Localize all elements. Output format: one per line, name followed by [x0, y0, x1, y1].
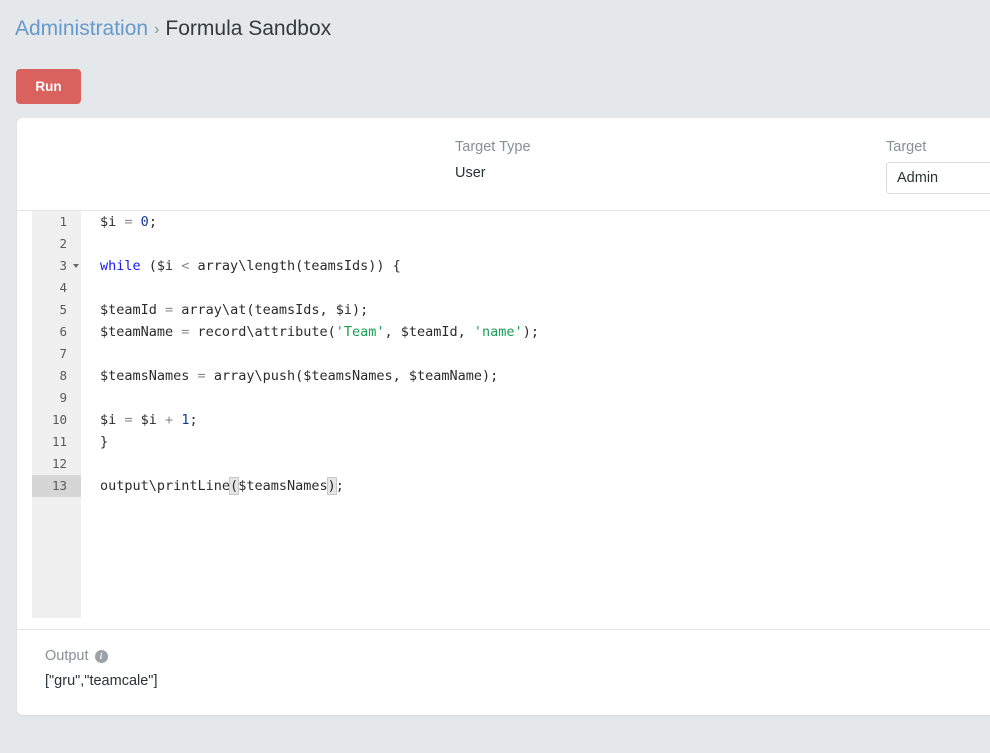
code-token: record\attribute( [189, 324, 336, 340]
target-input[interactable] [886, 162, 990, 194]
code-line[interactable]: } [100, 431, 990, 453]
code-editor[interactable]: 1 2 3 4 5 6 7 8 9 10 11 12 13 $i = 0; while ($i < ar… [17, 211, 990, 629]
code-token: ); [522, 324, 539, 340]
code-token: = [197, 368, 206, 384]
gutter-line-number: 7 [59, 346, 67, 361]
code-token: 0 [140, 214, 149, 230]
gutter-line-number: 1 [59, 214, 67, 229]
target-field: Target [886, 137, 990, 194]
code-line[interactable]: while ($i < array\length(teamsIds)) { [100, 255, 990, 277]
gutter-line-number: 4 [59, 280, 67, 295]
code-token: array\push($teamsNames, $teamName); [205, 368, 499, 384]
gutter-line-number: 3 [32, 255, 81, 277]
code-token: 'name' [473, 324, 523, 340]
code-token: $i [100, 412, 125, 428]
parameters-row: Target Type User Target [17, 118, 990, 210]
code-token: $teamsNames [238, 478, 328, 494]
target-label: Target [886, 139, 927, 155]
code-token: ; [335, 478, 344, 494]
code-line[interactable] [100, 453, 990, 475]
gutter-line-number: 13 [32, 475, 81, 497]
page-title: Formula Sandbox [165, 17, 332, 40]
code-token: ) [326, 477, 337, 495]
code-token: while [100, 258, 141, 274]
code-line[interactable]: $i = $i + 1; [100, 409, 990, 431]
output-header: Output i [45, 646, 990, 666]
breadcrumb-link-administration[interactable]: Administration [15, 17, 148, 40]
code-token: array\at(teamsIds, $i); [173, 302, 369, 318]
code-token: $i [100, 214, 125, 230]
gutter-line-number: 9 [59, 390, 67, 405]
code-token: = [124, 214, 133, 230]
code-token: = [124, 412, 133, 428]
editor-gutter: 1 2 3 4 5 6 7 8 9 10 11 12 13 [32, 211, 81, 618]
code-line[interactable]: $i = 0; [100, 211, 990, 233]
code-token: $teamsNames [100, 368, 198, 384]
code-token: ($i [140, 258, 182, 274]
code-token: } [100, 434, 109, 450]
target-type-field: Target Type User [455, 137, 531, 184]
code-token: array\length(teamsIds)) { [189, 258, 401, 274]
info-icon[interactable]: i [94, 649, 108, 663]
code-line[interactable] [100, 233, 990, 255]
gutter-line-number: 8 [59, 368, 67, 383]
code-token: + [165, 412, 174, 428]
code-token: $teamId [100, 302, 166, 318]
gutter-line-number: 10 [51, 412, 67, 427]
code-line[interactable]: $teamsNames = array\push($teamsNames, $t… [100, 365, 990, 387]
code-token: $i [132, 412, 166, 428]
code-token: ( [229, 477, 240, 495]
gutter-line-number: 5 [59, 302, 67, 317]
output-value: ["gru","teamcale"] [45, 673, 158, 689]
code-token: , $teamId, [384, 324, 474, 340]
gutter-line-number: 11 [51, 434, 67, 449]
code-line[interactable]: $teamName = record\attribute('Team', $te… [100, 321, 990, 343]
breadcrumb-separator-icon: › [154, 21, 160, 38]
code-line[interactable] [100, 387, 990, 409]
code-line[interactable]: $teamId = array\at(teamsIds, $i); [100, 299, 990, 321]
code-token: = [165, 302, 174, 318]
run-button[interactable]: Run [16, 69, 81, 104]
code-line[interactable] [100, 343, 990, 365]
gutter-line-number: 2 [59, 236, 67, 251]
sandbox-card: Target Type User Target 1234567891011121… [17, 118, 990, 715]
target-type-label: Target Type [455, 139, 531, 155]
code-line[interactable]: output\printLine($teamsNames); [100, 475, 990, 497]
code-token: ; [148, 214, 157, 230]
code-line[interactable] [100, 277, 990, 299]
output-pane: Output i ["gru","teamcale"] [17, 630, 990, 692]
code-token: 'Team' [335, 324, 385, 340]
breadcrumb: Administration › Formula Sandbox [15, 14, 331, 45]
gutter-line-number: 12 [51, 456, 67, 471]
target-type-value: User [455, 165, 486, 181]
editor-code-area[interactable]: $i = 0; while ($i < array\length(teamsId… [100, 211, 990, 497]
code-token: output\printLine [100, 478, 231, 494]
code-fold-arrow-icon[interactable] [73, 264, 79, 268]
gutter-line-number: 6 [59, 324, 67, 339]
code-token: ; [189, 412, 198, 428]
output-label: Output [45, 648, 89, 664]
code-token: $teamName [100, 324, 182, 340]
